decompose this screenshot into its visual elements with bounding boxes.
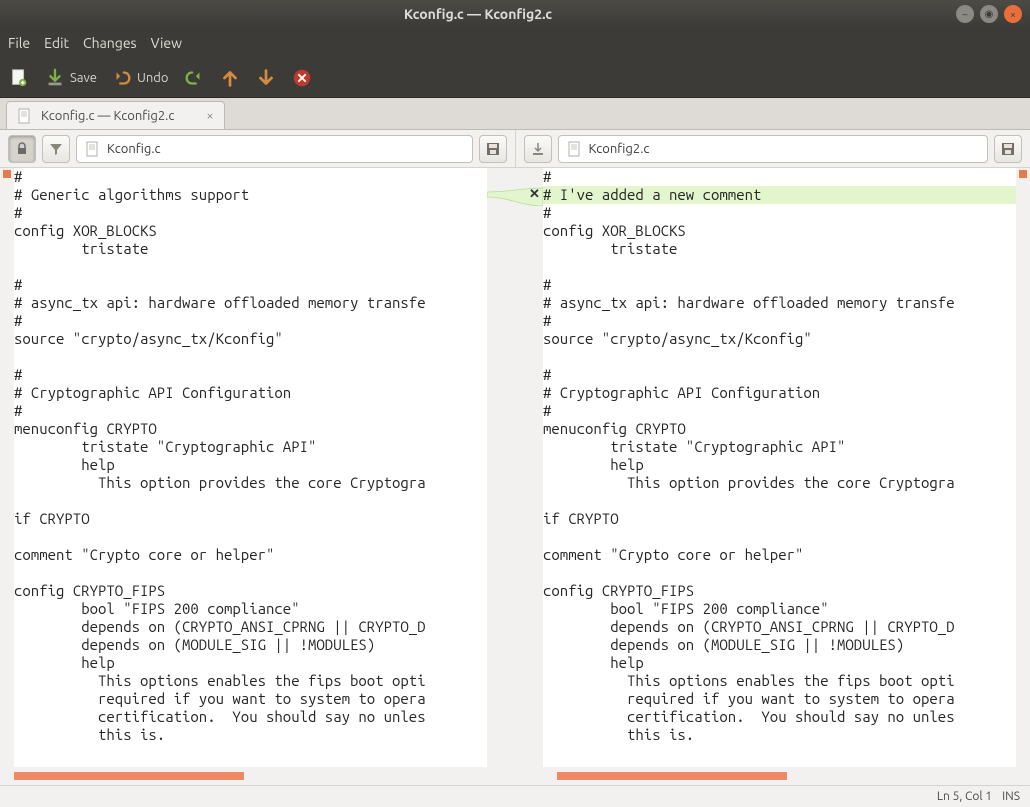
close-button[interactable]: ×: [1004, 5, 1022, 23]
statusbar: Ln 5, Col 1 INS: [0, 785, 1030, 807]
redo-button[interactable]: [183, 67, 205, 89]
file-path-right-text: Kconfig2.c: [589, 142, 650, 156]
window-controls: – ◉ ×: [956, 5, 1030, 23]
menu-edit[interactable]: Edit: [44, 35, 69, 51]
file-header-left: Kconfig.c: [0, 130, 516, 167]
download-icon: [530, 141, 546, 157]
hscroll-area: [0, 767, 1030, 785]
save-right-button[interactable]: [994, 135, 1022, 163]
minimize-button[interactable]: –: [956, 5, 974, 23]
toolbar: Save Undo: [0, 58, 1030, 98]
document-new-icon: [8, 67, 30, 89]
hscroll-thumb-right[interactable]: [557, 772, 787, 780]
diff-area: # # Generic algorithms support # config …: [0, 168, 1030, 767]
file-path-right[interactable]: Kconfig2.c: [558, 135, 989, 163]
filter-icon: [48, 141, 64, 157]
code-right-pre: #: [543, 168, 551, 185]
diff-delete-icon[interactable]: ✕: [529, 187, 540, 202]
arrow-down-icon: [255, 67, 277, 89]
tab-close-icon[interactable]: ×: [206, 109, 213, 123]
save-button[interactable]: Save: [44, 67, 97, 89]
redo-icon: [183, 67, 205, 89]
code-right-post: # config XOR_BLOCKS tristate # # async_t…: [543, 204, 955, 743]
menubar: File Edit Changes View: [0, 28, 1030, 58]
arrow-up-icon: [219, 67, 241, 89]
load-right-button[interactable]: [524, 135, 552, 163]
document-icon: [17, 108, 33, 124]
undo-label: Undo: [137, 71, 169, 85]
file-path-left[interactable]: Kconfig.c: [76, 135, 473, 163]
code-right-changed: # I've added a new comment: [543, 186, 1016, 204]
prev-change-button[interactable]: [219, 67, 241, 89]
center-link-strip: ✕: [487, 168, 543, 767]
cursor-position: Ln 5, Col 1: [937, 790, 992, 803]
document-icon: [567, 141, 583, 157]
hscroll-right[interactable]: [543, 767, 1030, 785]
window-title: Kconfig.c — Kconfig2.c: [0, 6, 956, 22]
tabbar: Kconfig.c — Kconfig2.c ×: [0, 98, 1030, 130]
save-small-icon: [1000, 141, 1016, 157]
hscroll-thumb-left[interactable]: [14, 772, 244, 780]
stop-button[interactable]: [291, 67, 313, 89]
maximize-button[interactable]: ◉: [980, 5, 998, 23]
undo-button[interactable]: Undo: [111, 67, 169, 89]
file-headers: Kconfig.c Kconfig2.c: [0, 130, 1030, 168]
tab-active[interactable]: Kconfig.c — Kconfig2.c ×: [6, 101, 225, 129]
lock-icon: [14, 141, 30, 157]
file-header-right: Kconfig2.c: [516, 130, 1030, 167]
undo-icon: [111, 67, 133, 89]
file-path-left-text: Kconfig.c: [107, 142, 161, 156]
stop-icon: [291, 67, 313, 89]
save-icon: [44, 67, 66, 89]
save-small-icon: [485, 141, 501, 157]
code-pane-right[interactable]: # # I've added a new comment# config XOR…: [543, 168, 1016, 767]
document-icon: [85, 141, 101, 157]
save-label: Save: [70, 71, 97, 85]
titlebar: Kconfig.c — Kconfig2.c – ◉ ×: [0, 0, 1030, 28]
filter-left-button[interactable]: [42, 135, 70, 163]
code-pane-left[interactable]: # # Generic algorithms support # config …: [14, 168, 487, 767]
insert-mode: INS: [1002, 790, 1020, 803]
code-left: # # Generic algorithms support # config …: [14, 168, 426, 743]
menu-file[interactable]: File: [8, 35, 30, 51]
menu-changes[interactable]: Changes: [83, 35, 137, 51]
overview-gutter-right[interactable]: [1016, 168, 1030, 767]
overview-gutter-left[interactable]: [0, 168, 14, 767]
save-left-button[interactable]: [479, 135, 507, 163]
tab-label: Kconfig.c — Kconfig2.c: [41, 109, 174, 123]
menu-view[interactable]: View: [151, 35, 182, 51]
new-button[interactable]: [8, 67, 30, 89]
hscroll-left[interactable]: [0, 767, 487, 785]
next-change-button[interactable]: [255, 67, 277, 89]
lock-left-button[interactable]: [8, 135, 36, 163]
